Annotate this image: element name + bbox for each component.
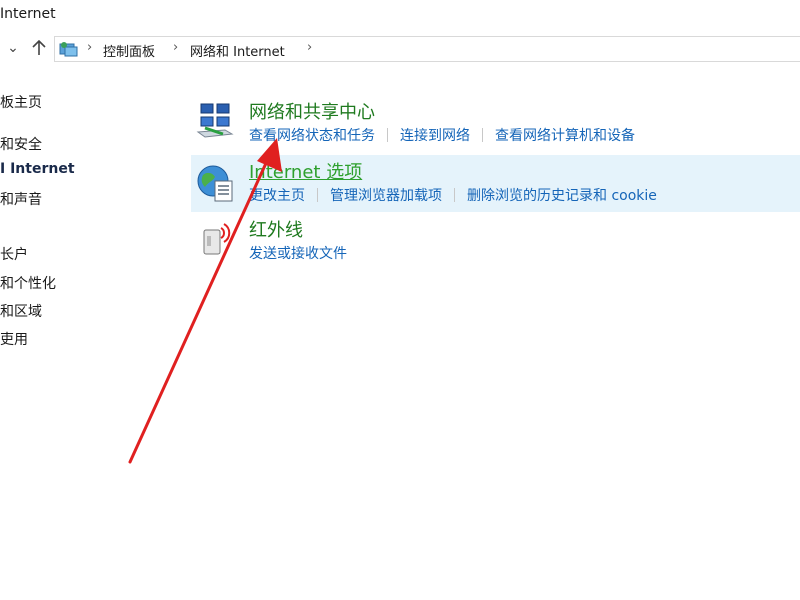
sidebar-item-region[interactable]: 和区域 — [0, 301, 42, 321]
category-network-sharing-center: 网络和共享中心 查看网络状态和任务 连接到网络 查看网络计算机和设备 — [191, 96, 800, 150]
link-divider — [387, 128, 388, 142]
internet-options-globe-icon — [197, 165, 233, 202]
navigation-bar: ⌄ › 控制面板 › 网络和 Internet › — [0, 32, 800, 66]
breadcrumb-expand-chevron-icon[interactable]: › — [307, 40, 312, 55]
change-homepage-link[interactable]: 更改主页 — [249, 185, 305, 205]
up-arrow-icon[interactable] — [28, 37, 50, 59]
category-infrared: 红外线 发送或接收文件 — [191, 214, 800, 264]
sidebar-item-ease-of-access[interactable]: 吏用 — [0, 329, 28, 349]
annotation-arrow — [128, 138, 282, 464]
send-receive-files-link[interactable]: 发送或接收文件 — [249, 243, 347, 263]
link-divider — [454, 188, 455, 202]
breadcrumb-separator-icon: › — [173, 40, 179, 55]
infrared-title[interactable]: 红外线 — [249, 216, 303, 242]
recent-locations-chevron-icon[interactable]: ⌄ — [2, 37, 24, 59]
network-center-icon — [196, 103, 234, 138]
sidebar-item-accounts[interactable]: 长户 — [0, 244, 28, 264]
sidebar-item-home[interactable]: 板主页 — [0, 92, 42, 112]
breadcrumb-network-internet[interactable]: 网络和 Internet — [190, 41, 285, 60]
control-panel-icon — [59, 42, 78, 57]
infrared-links: 发送或接收文件 — [249, 243, 347, 263]
internet-options-links: 更改主页 管理浏览器加载项 删除浏览的历史记录和 cookie — [249, 185, 657, 205]
address-bar[interactable]: › 控制面板 › 网络和 Internet › — [54, 36, 800, 62]
category-internet-options[interactable]: Internet 选项 更改主页 管理浏览器加载项 删除浏览的历史记录和 coo… — [191, 155, 800, 212]
view-network-computers-link[interactable]: 查看网络计算机和设备 — [495, 125, 635, 145]
title-bar: Internet — [0, 0, 800, 32]
view-network-status-link[interactable]: 查看网络状态和任务 — [249, 125, 375, 145]
breadcrumb-control-panel[interactable]: 控制面板 — [103, 41, 155, 60]
sidebar-item-network-internet[interactable]: I Internet — [0, 161, 75, 177]
network-sharing-center-links: 查看网络状态和任务 连接到网络 查看网络计算机和设备 — [249, 125, 635, 145]
link-divider — [317, 188, 318, 202]
breadcrumb-separator-icon: › — [87, 40, 93, 55]
sidebar-item-sound[interactable]: 和声音 — [0, 189, 42, 209]
sidebar-item-security[interactable]: 和安全 — [0, 134, 42, 154]
infrared-icon — [203, 223, 231, 255]
link-divider — [482, 128, 483, 142]
internet-options-title[interactable]: Internet 选项 — [249, 158, 362, 184]
connect-to-network-link[interactable]: 连接到网络 — [400, 125, 470, 145]
delete-browsing-history-link[interactable]: 删除浏览的历史记录和 cookie — [467, 185, 657, 205]
manage-addons-link[interactable]: 管理浏览器加载项 — [330, 185, 442, 205]
sidebar-item-personalization[interactable]: 和个性化 — [0, 273, 56, 293]
window-title: Internet — [0, 6, 56, 22]
network-sharing-center-title[interactable]: 网络和共享中心 — [249, 98, 375, 124]
